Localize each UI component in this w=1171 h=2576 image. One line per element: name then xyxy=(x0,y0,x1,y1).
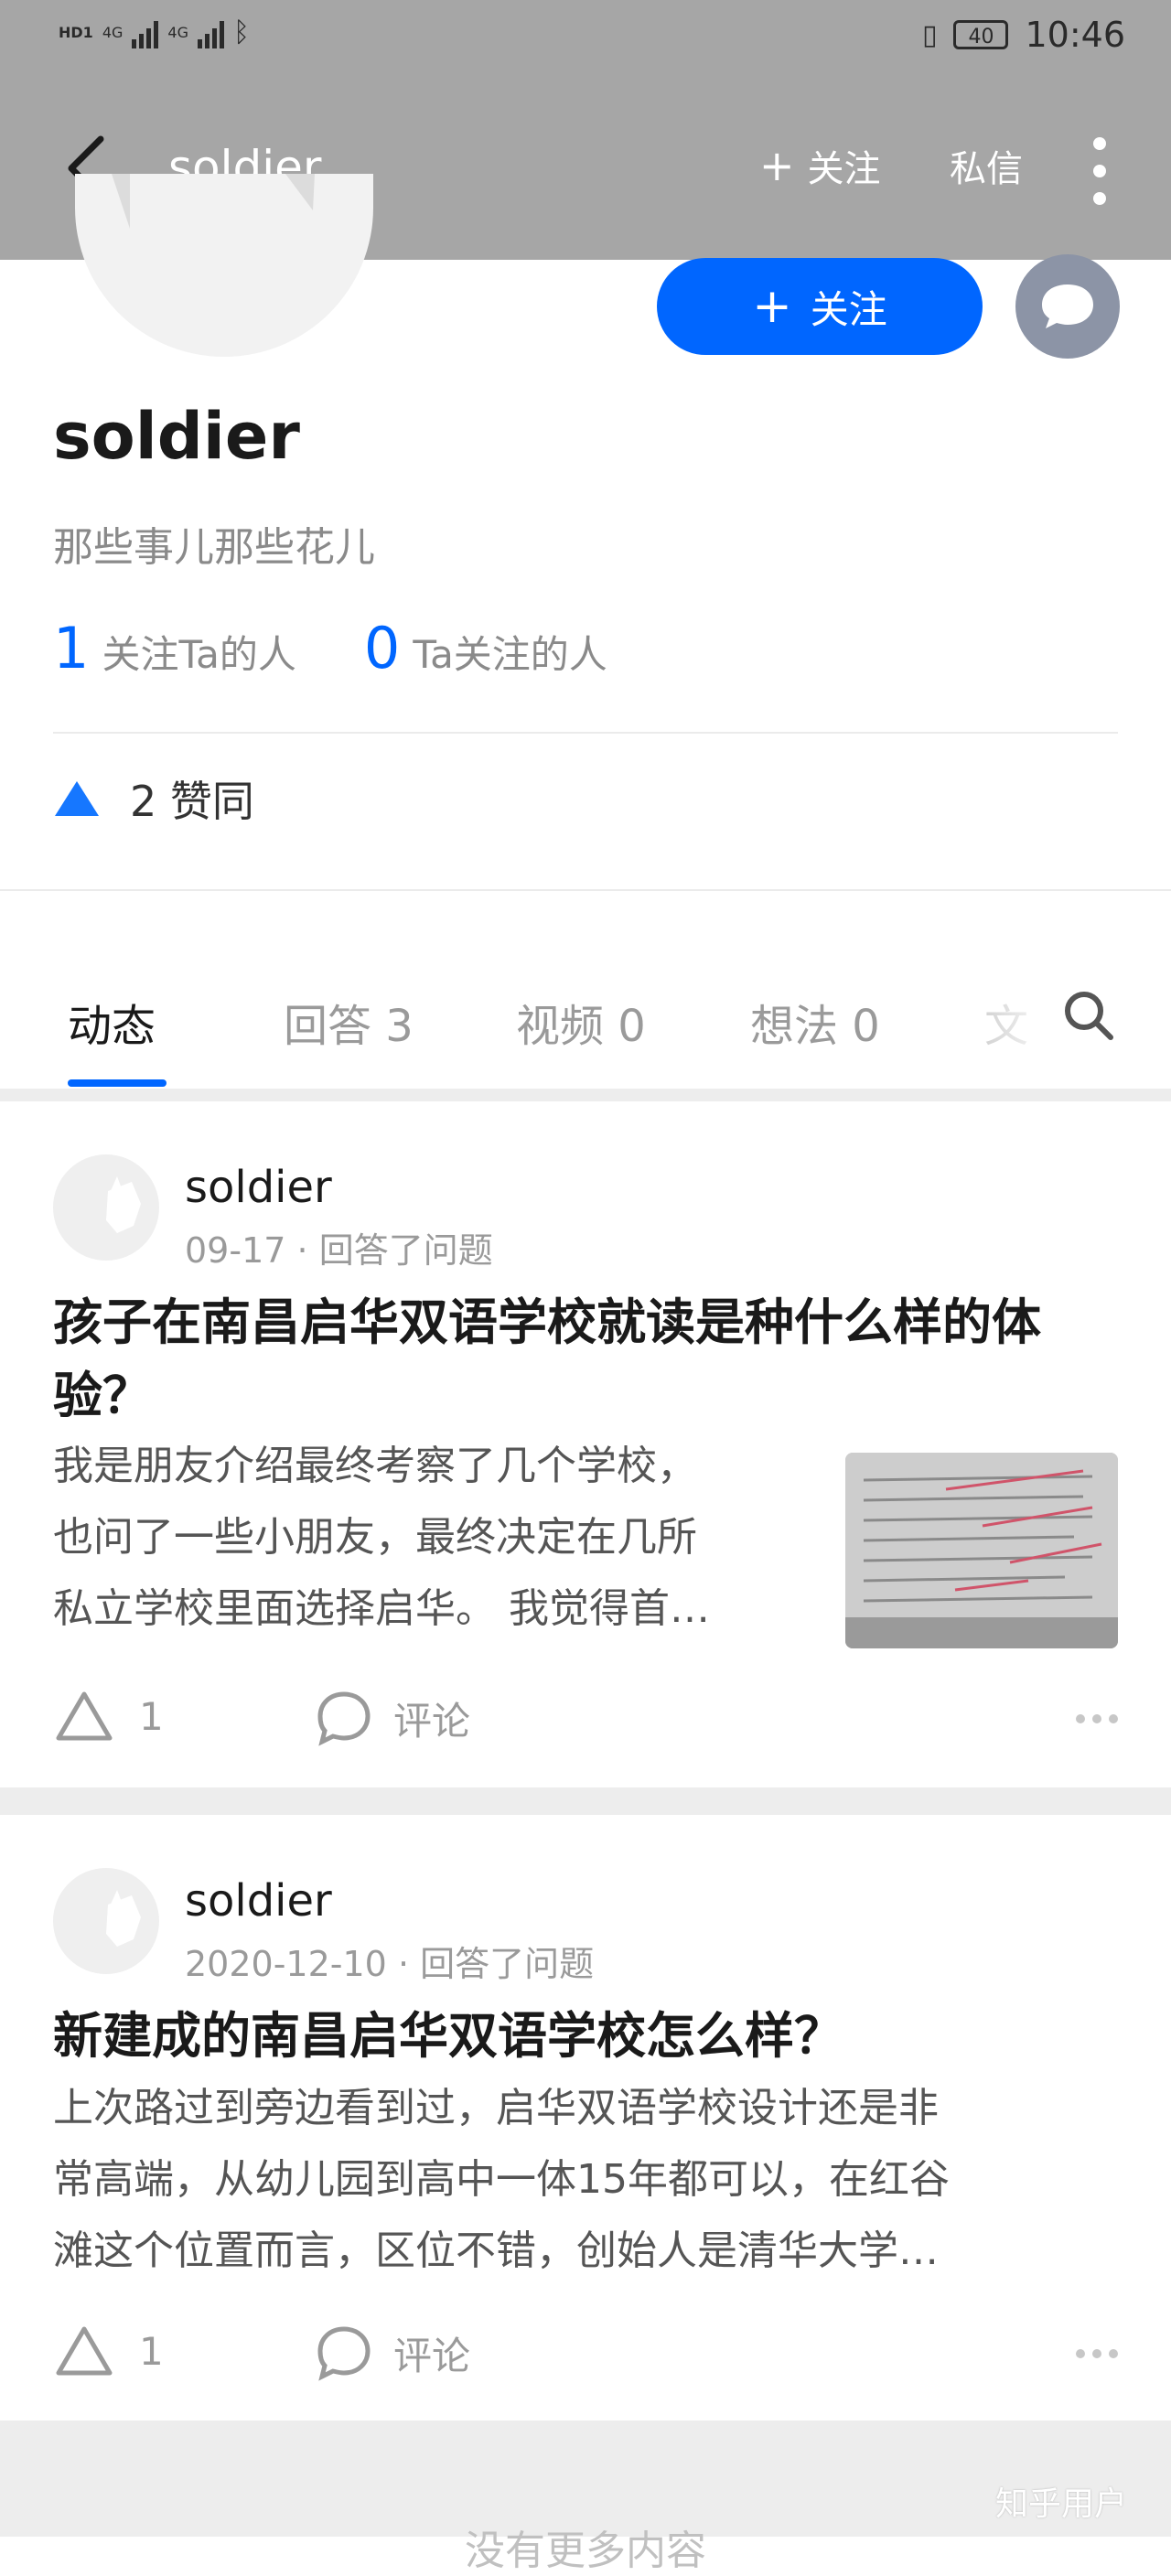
divider xyxy=(53,732,1118,734)
title-line: 新建成的南昌启华双语学校怎么样？ xyxy=(53,2007,843,2065)
post-excerpt[interactable]: 上次路过到旁边看到过，启华双语学校设计还是非 常高端，从幼儿园到高中一体15年都… xyxy=(53,2073,1123,2287)
status-left: HD1 4G 4G ᛒ xyxy=(59,16,250,48)
likes-summary: 2 赞同 xyxy=(53,768,254,829)
tab-videos[interactable]: 视频 0 xyxy=(516,990,646,1054)
worksheet-image xyxy=(845,1453,1118,1648)
divider xyxy=(0,889,1171,891)
tab-thoughts[interactable]: 想法 0 xyxy=(750,990,880,1054)
upvote-triangle-icon xyxy=(55,781,99,816)
comment-label: 评论 xyxy=(393,2333,471,2378)
post-actions: 1 评论 xyxy=(53,1689,1118,1753)
excerpt-line: 上次路过到旁边看到过，启华双语学校设计还是非 xyxy=(53,2085,939,2131)
post-excerpt[interactable]: 我是朋友介绍最终考察了几个学校， 也问了一些小朋友，最终决定在几所 私立学校里面… xyxy=(53,1431,822,1645)
title-line: 验？ xyxy=(53,1367,152,1424)
followers-count: 1 xyxy=(53,615,90,682)
excerpt-line: 常高端，从幼儿园到高中一体15年都可以，在红谷 xyxy=(53,2156,950,2203)
signal-icon-2 xyxy=(197,17,224,48)
status-bar: HD1 4G 4G ᛒ ▯ 40 10:46 xyxy=(0,0,1171,84)
followers-label: 关注Ta的人 xyxy=(102,632,296,677)
message-button[interactable] xyxy=(1015,254,1120,359)
watermark: 知乎用户 xyxy=(995,2485,1128,2523)
vibrate-icon: ▯ xyxy=(921,18,938,51)
author-avatar[interactable] xyxy=(53,1868,159,1974)
more-icon[interactable] xyxy=(1076,1714,1118,1723)
post-title[interactable]: 孩子在南昌启华双语学校就读是种什么样的体 验？ xyxy=(53,1286,1123,1433)
excerpt-line: 私立学校里面选择启华。 我觉得首… xyxy=(53,1585,710,1632)
comment-icon xyxy=(317,2326,371,2381)
active-tab-indicator xyxy=(68,1079,167,1087)
following-label: Ta关注的人 xyxy=(413,632,607,677)
search-icon[interactable] xyxy=(1061,988,1116,1043)
post-date: 2020-12-10 xyxy=(185,1944,387,1984)
nav-message-button[interactable]: 私信 xyxy=(950,139,1023,192)
author-avatar[interactable] xyxy=(53,1154,159,1261)
title-line: 孩子在南昌启华双语学校就读是种什么样的体 xyxy=(53,1293,1041,1351)
profile-tabs: 动态 回答 3 视频 0 想法 0 文 xyxy=(0,979,1171,1089)
author-name[interactable]: soldier xyxy=(185,1162,332,1213)
author-name[interactable]: soldier xyxy=(185,1875,332,1927)
nav-follow-label: 关注 xyxy=(807,148,881,190)
clock: 10:46 xyxy=(1025,15,1125,55)
upvote-button[interactable]: 1 xyxy=(53,2324,164,2378)
profile-bio: 那些事儿那些花儿 xyxy=(53,524,375,571)
comment-label: 评论 xyxy=(393,1698,471,1744)
network-label: 4G xyxy=(102,24,124,41)
nav-follow-button[interactable]: + 关注 xyxy=(759,139,881,192)
more-menu-icon[interactable] xyxy=(1089,137,1111,205)
excerpt-line: 滩这个位置而言，区位不错，创始人是清华大学… xyxy=(53,2227,939,2274)
hd-badge: HD1 xyxy=(59,24,93,41)
follow-button-label: 关注 xyxy=(810,286,887,332)
post-title[interactable]: 新建成的南昌启华双语学校怎么样？ xyxy=(53,2000,1123,2073)
profile-stats: 1 关注Ta的人 0 Ta关注的人 xyxy=(53,615,675,682)
post-date: 09-17 xyxy=(185,1230,286,1271)
following-count: 0 xyxy=(363,615,401,682)
plus-icon: + xyxy=(752,279,792,334)
plus-icon: + xyxy=(759,141,795,190)
upvote-count: 1 xyxy=(139,1693,164,1739)
avatar-dog-icon xyxy=(106,1176,141,1233)
section-separator xyxy=(0,1089,1171,1101)
battery-icon: 40 xyxy=(953,20,1009,49)
profile-name: soldier xyxy=(53,399,300,474)
post-meta: 09-17 · 回答了问题 xyxy=(185,1222,493,1272)
signal-icon xyxy=(132,17,159,48)
post-meta: 2020-12-10 · 回答了问题 xyxy=(185,1936,594,1986)
status-right: ▯ 40 10:46 xyxy=(922,15,1125,55)
comment-icon xyxy=(317,1691,371,1746)
chat-bubble-icon xyxy=(1042,284,1093,328)
upvote-icon xyxy=(56,1691,113,1741)
avatar-dog-icon xyxy=(106,1890,141,1947)
post-actions: 1 评论 xyxy=(53,2324,1118,2388)
tab-answers[interactable]: 回答 3 xyxy=(284,990,414,1054)
more-icon[interactable] xyxy=(1076,2349,1118,2358)
followers-stat[interactable]: 1 关注Ta的人 xyxy=(53,615,296,682)
meta-separator: · xyxy=(397,1944,421,1984)
post-action: 回答了问题 xyxy=(318,1230,493,1271)
upvote-count: 1 xyxy=(139,2328,164,2374)
meta-separator: · xyxy=(296,1230,319,1271)
post-thumbnail[interactable] xyxy=(845,1453,1118,1648)
profile-avatar[interactable] xyxy=(75,174,373,357)
feed-card[interactable]: soldier 2020-12-10 · 回答了问题 新建成的南昌启华双语学校怎… xyxy=(0,1815,1171,2419)
network-label-2: 4G xyxy=(167,24,188,41)
comment-button[interactable]: 评论 xyxy=(315,1689,470,1747)
section-separator xyxy=(0,1787,1171,1815)
likes-label: 2 赞同 xyxy=(130,777,254,826)
bluetooth-icon: ᛒ xyxy=(232,16,250,48)
excerpt-line: 也问了一些小朋友，最终决定在几所 xyxy=(53,1514,697,1561)
post-action: 回答了问题 xyxy=(420,1944,595,1984)
following-stat[interactable]: 0 Ta关注的人 xyxy=(364,615,607,682)
upvote-icon xyxy=(56,2326,113,2376)
feed-card[interactable]: soldier 09-17 · 回答了问题 孩子在南昌启华双语学校就读是种什么样… xyxy=(0,1101,1171,1787)
tab-activity[interactable]: 动态 xyxy=(68,990,156,1054)
end-of-list-text: 没有更多内容 xyxy=(465,2528,706,2574)
upvote-button[interactable]: 1 xyxy=(53,1689,164,1744)
excerpt-line: 我是朋友介绍最终考察了几个学校， xyxy=(53,1443,697,1489)
avatar-dog-icon xyxy=(112,174,315,229)
follow-button[interactable]: + 关注 xyxy=(657,258,983,355)
comment-button[interactable]: 评论 xyxy=(315,2324,470,2382)
